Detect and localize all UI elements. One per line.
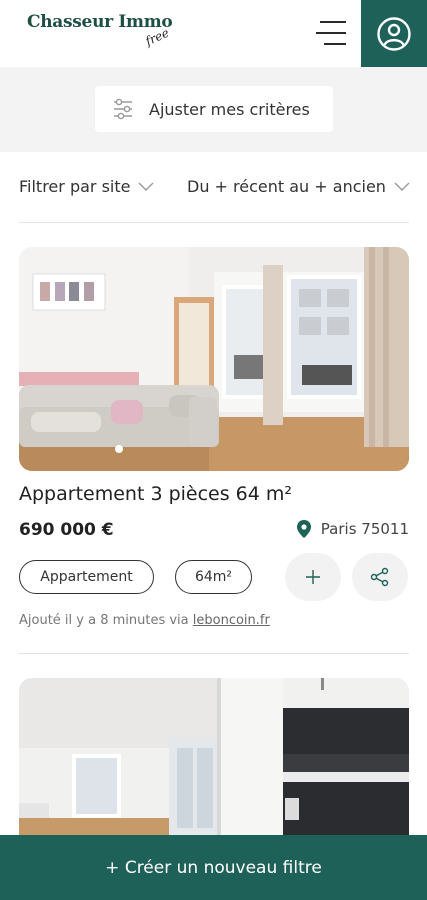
- map-pin-icon: [296, 520, 311, 538]
- site-filter-label: Filtrer par site: [19, 177, 131, 196]
- listing-title[interactable]: Appartement 3 pièces 64 m²: [19, 483, 292, 505]
- share-button[interactable]: [352, 553, 408, 601]
- sort-dropdown[interactable]: Du + récent au + ancien: [187, 177, 410, 196]
- chevron-down-icon: [394, 182, 410, 191]
- account-button[interactable]: [361, 0, 427, 67]
- add-to-favorites-button[interactable]: [285, 553, 341, 601]
- logo-text: Chasseur Immo: [27, 12, 173, 32]
- source-link[interactable]: leboncoin.fr: [193, 613, 270, 628]
- listing-card[interactable]: [19, 678, 409, 838]
- listing-card[interactable]: Appartement 3 pièces 64 m² 690 000 € Par…: [19, 247, 409, 647]
- divider: [19, 222, 409, 223]
- hamburger-menu-icon[interactable]: [310, 17, 350, 51]
- listing-photo[interactable]: [19, 247, 409, 471]
- adjust-criteria-label: Ajuster mes critères: [149, 99, 310, 119]
- listing-price: 690 000 €: [19, 520, 114, 540]
- app-header: Chasseur Immo free: [0, 0, 427, 67]
- apartment-photo-illustration: [19, 247, 409, 471]
- plus-icon: [306, 570, 320, 584]
- listing-location: Paris 75011: [296, 520, 409, 538]
- sliders-icon: [114, 98, 132, 120]
- listing-added-text: Ajouté il y a 8 minutes via: [19, 613, 193, 628]
- surface-tag: 64m²: [175, 560, 252, 594]
- create-filter-button[interactable]: + Créer un nouveau filtre: [0, 835, 427, 900]
- listing-meta: Ajouté il y a 8 minutes via leboncoin.fr: [19, 613, 270, 628]
- property-type-tag: Appartement: [19, 560, 154, 594]
- adjust-criteria-button[interactable]: Ajuster mes critères: [95, 86, 333, 132]
- photo-carousel-indicator[interactable]: [115, 445, 123, 453]
- listing-photo[interactable]: [19, 678, 409, 838]
- share-icon: [370, 567, 389, 587]
- divider: [19, 653, 409, 654]
- filter-row: Filtrer par site Du + récent au + ancien: [0, 160, 427, 218]
- app-logo[interactable]: Chasseur Immo free: [27, 12, 173, 48]
- site-filter-dropdown[interactable]: Filtrer par site: [19, 177, 154, 196]
- sort-label: Du + récent au + ancien: [187, 177, 386, 196]
- chevron-down-icon: [138, 182, 154, 191]
- apartment-photo-illustration: [19, 678, 409, 838]
- listing-location-text: Paris 75011: [320, 520, 409, 538]
- criteria-section: Ajuster mes critères: [0, 67, 427, 152]
- user-circle-icon: [377, 16, 411, 51]
